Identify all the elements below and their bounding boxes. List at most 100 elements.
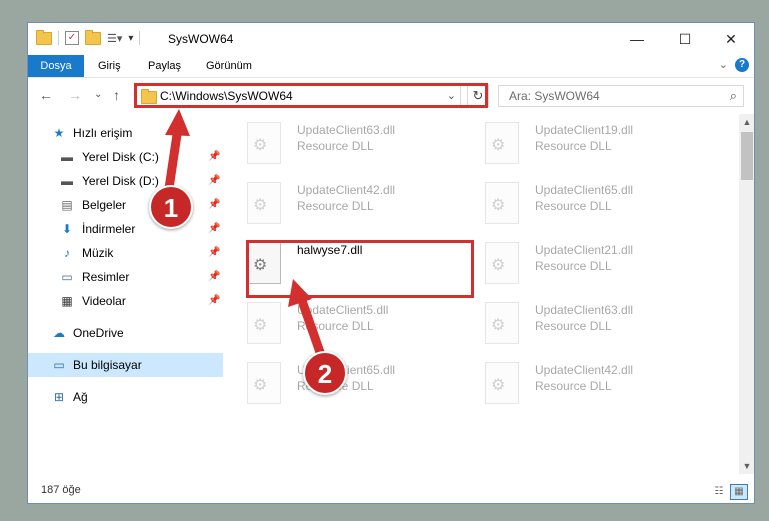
file-tile[interactable]: ⚙ UpdateClient21.dll Resource DLL — [461, 234, 691, 290]
gear-icon: ⚙ — [253, 317, 268, 334]
scrollbar-thumb[interactable] — [741, 132, 753, 180]
sidebar-item-label: Videolar — [82, 294, 126, 308]
file-tile[interactable]: ⚙ UpdateClient63.dll Resource DLL — [223, 114, 453, 170]
pin-icon[interactable]: 📌 — [208, 241, 220, 265]
dll-file-icon: ⚙ — [485, 302, 519, 344]
close-button[interactable]: ✕ — [708, 23, 754, 55]
sidebar-item-onedrive[interactable]: ☁ OneDrive — [28, 321, 223, 345]
sidebar-item-label: Yerel Disk (D:) — [82, 174, 159, 188]
file-description: Resource DLL — [535, 379, 612, 393]
dll-file-icon: ⚙ — [247, 362, 281, 404]
step-1-badge: 1 — [149, 185, 193, 229]
sidebar-item-local-disk-d[interactable]: ▬ Yerel Disk (D:) 📌 — [28, 169, 223, 193]
drive-icon: ▬ — [61, 150, 73, 164]
file-tile[interactable]: ⚙ UpdateClient19.dll Resource DLL — [461, 114, 691, 170]
sidebar-item-network[interactable]: ⊞ Ağ — [28, 385, 223, 409]
forward-arrow-icon[interactable]: → — [68, 87, 82, 103]
cloud-icon: ☁ — [53, 326, 65, 340]
file-tile[interactable]: ⚙ UpdateClient65.dll Resource DLL — [461, 174, 691, 230]
address-highlight-box — [134, 83, 488, 108]
back-arrow-icon[interactable]: ← — [39, 87, 53, 103]
pin-icon[interactable]: 📌 — [208, 217, 220, 241]
tab-file[interactable]: Dosya — [28, 55, 84, 77]
pin-icon[interactable]: 📌 — [208, 289, 220, 313]
sidebar-item-videos[interactable]: ▦ Videolar 📌 — [28, 289, 223, 313]
sidebar-item-label: Resimler — [82, 270, 130, 284]
vertical-scrollbar[interactable]: ▲ ▼ — [739, 114, 754, 474]
gear-icon: ⚙ — [491, 377, 506, 394]
file-name: UpdateClient63.dll — [297, 123, 396, 137]
film-icon: ▦ — [61, 294, 73, 308]
window-title: SysWOW64 — [168, 32, 234, 46]
sidebar-item-quick-access[interactable]: ★ Hızlı erişim — [28, 121, 223, 145]
folder-icon — [36, 29, 52, 45]
sidebar-item-music[interactable]: ♪ Müzik 📌 — [28, 241, 223, 265]
file-description: Resource DLL — [535, 139, 612, 153]
file-description: Resource DLL — [535, 319, 612, 333]
search-input[interactable]: Ara: SysWOW64 ⌕ — [498, 85, 744, 107]
sidebar-item-label: İndirmeler — [82, 222, 136, 236]
sidebar-item-pictures[interactable]: ▭ Resimler 📌 — [28, 265, 223, 289]
gear-icon: ⚙ — [253, 137, 268, 154]
customize-toolbar-icon[interactable]: ☰▾ — [107, 32, 122, 45]
minimize-button[interactable]: — — [614, 23, 660, 55]
sidebar-item-label: Hızlı erişim — [73, 126, 133, 140]
pictures-icon: ▭ — [61, 270, 73, 284]
computer-icon: ▭ — [53, 358, 65, 372]
drive-icon: ▬ — [61, 174, 73, 188]
tab-home[interactable]: Giriş — [98, 55, 121, 77]
up-arrow-icon[interactable]: ↑ — [113, 87, 120, 103]
toolbar-dropdown-icon[interactable]: ▾ — [128, 33, 133, 44]
sidebar-item-label: Müzik — [82, 246, 114, 260]
music-icon: ♪ — [64, 246, 70, 260]
divider — [139, 31, 141, 45]
sidebar-item-label: OneDrive — [73, 326, 124, 340]
sidebar-item-documents[interactable]: ▤ Belgeler 📌 — [28, 193, 223, 217]
file-name: UpdateClient63.dll — [535, 303, 634, 317]
item-count: 187 öğe — [41, 484, 81, 496]
search-icon[interactable]: ⌕ — [730, 88, 737, 104]
pin-icon[interactable]: 📌 — [208, 169, 220, 193]
gear-icon: ⚙ — [491, 257, 506, 274]
pin-icon[interactable]: 📌 — [208, 265, 220, 289]
dll-file-icon: ⚙ — [247, 122, 281, 164]
expand-ribbon-icon[interactable]: ⌄ — [719, 58, 728, 71]
network-icon: ⊞ — [53, 390, 65, 404]
step-2-badge: 2 — [303, 351, 347, 395]
details-view-icon[interactable]: ☷ — [710, 484, 728, 500]
gear-icon: ⚙ — [253, 197, 268, 214]
file-name: UpdateClient42.dll — [297, 183, 396, 197]
tiles-view-icon[interactable]: ▦ — [730, 484, 748, 500]
file-description: Resource DLL — [535, 259, 612, 273]
dll-file-icon: ⚙ — [485, 242, 519, 284]
tab-share[interactable]: Paylaş — [148, 55, 181, 77]
tab-view[interactable]: Görünüm — [206, 55, 252, 77]
pin-icon[interactable]: 📌 — [208, 193, 220, 217]
pin-icon[interactable]: 📌 — [208, 145, 220, 169]
gear-icon: ⚙ — [491, 197, 506, 214]
dll-file-icon: ⚙ — [247, 182, 281, 224]
file-name: UpdateClient42.dll — [535, 363, 634, 377]
sidebar-item-downloads[interactable]: ⬇ İndirmeler 📌 — [28, 217, 223, 241]
status-bar: 187 öğe ☷ ▦ — [28, 474, 754, 503]
sidebar-item-local-disk-c[interactable]: ▬ Yerel Disk (C:) 📌 — [28, 145, 223, 169]
sidebar-item-this-pc[interactable]: ▭ Bu bilgisayar — [28, 353, 223, 377]
scroll-down-icon[interactable]: ▼ — [739, 458, 754, 474]
maximize-button[interactable]: ☐ — [662, 23, 708, 55]
recent-locations-icon[interactable]: ⌄ — [94, 89, 102, 100]
sidebar-item-label: Belgeler — [82, 198, 127, 212]
dll-file-icon: ⚙ — [485, 182, 519, 224]
star-icon: ★ — [53, 126, 65, 140]
file-tile[interactable]: ⚙ UpdateClient63.dll Resource DLL — [461, 294, 691, 350]
new-folder-icon[interactable] — [85, 29, 101, 45]
file-description: Resource DLL — [297, 199, 374, 213]
file-tile[interactable]: ⚙ UpdateClient5.dll Resource DLL — [223, 294, 453, 350]
file-description: Resource DLL — [535, 199, 612, 213]
properties-icon[interactable]: ✓ — [65, 31, 79, 45]
help-icon[interactable]: ? — [735, 58, 749, 72]
quick-access-toolbar: ✓ ☰▾ ▾ — [36, 29, 141, 45]
file-tile[interactable]: ⚙ UpdateClient42.dll Resource DLL — [461, 354, 691, 410]
search-placeholder: Ara: SysWOW64 — [509, 89, 600, 103]
scroll-up-icon[interactable]: ▲ — [739, 114, 754, 130]
file-tile[interactable]: ⚙ UpdateClient42.dll Resource DLL — [223, 174, 453, 230]
